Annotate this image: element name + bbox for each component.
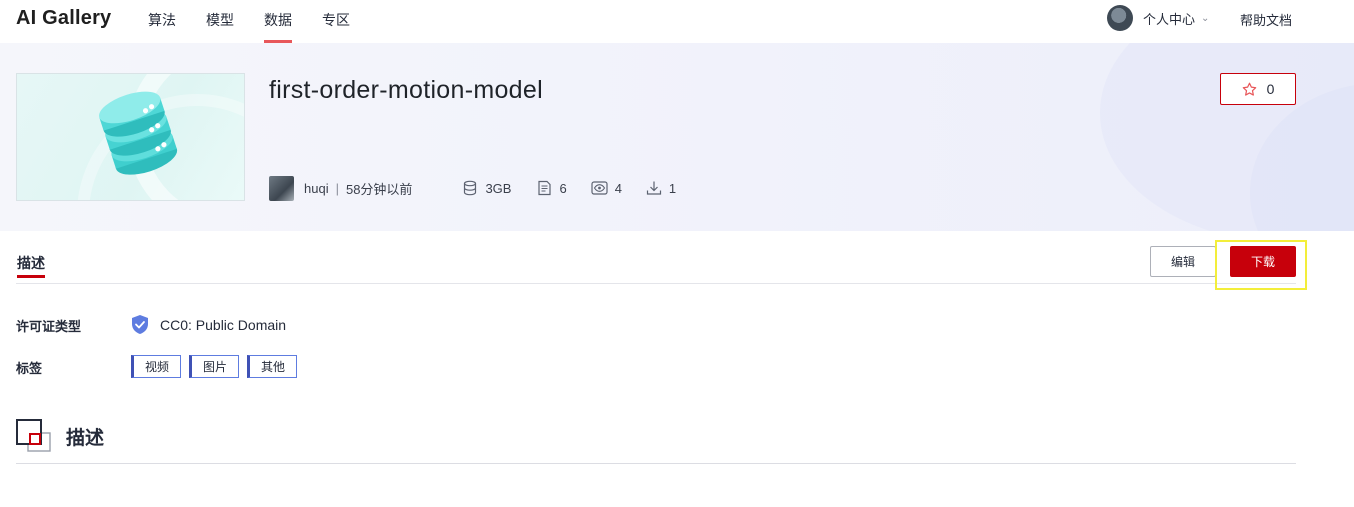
help-docs-link[interactable]: 帮助文档	[1240, 10, 1292, 29]
file-icon	[538, 180, 552, 196]
dataset-meta: huqi | 58分钟以前 3GB 6 4 1	[269, 175, 676, 201]
shield-check-icon	[132, 315, 148, 334]
eye-icon	[591, 181, 608, 195]
database-icon	[99, 91, 178, 175]
nav-item-zone[interactable]: 专区	[322, 10, 350, 30]
nav-item-algorithms[interactable]: 算法	[148, 10, 176, 30]
tag-item[interactable]: 图片	[189, 355, 240, 378]
meta-separator: |	[335, 180, 339, 196]
brand-logo[interactable]: AI Gallery	[16, 7, 111, 30]
nav-item-models[interactable]: 模型	[206, 10, 234, 30]
tab-description[interactable]: 描述	[17, 253, 45, 278]
section-title: 描述	[66, 428, 105, 449]
downloads-count: 1	[668, 180, 677, 196]
chevron-down-icon: ⌄	[1201, 12, 1210, 24]
dataset-thumbnail	[16, 73, 245, 201]
star-icon	[1242, 82, 1256, 96]
tag-item[interactable]: 其他	[247, 355, 298, 378]
views-stat: 4	[591, 180, 622, 196]
tag-list: 视频 图片 其他	[131, 355, 305, 378]
downloads-stat: 1	[646, 180, 676, 196]
tab-divider	[16, 283, 1296, 284]
license-label: 许可证类型	[16, 319, 82, 334]
download-button[interactable]: 下载	[1230, 246, 1296, 277]
nav-item-data[interactable]: 数据	[264, 10, 292, 43]
user-avatar[interactable]	[1107, 5, 1133, 31]
files-stat: 6	[537, 180, 567, 196]
user-menu[interactable]: 个人中心 ⌄	[1107, 5, 1209, 31]
license-text: CC0: Public Domain	[160, 316, 287, 333]
edit-button[interactable]: 编辑	[1150, 246, 1216, 277]
favorite-count: 0	[1266, 81, 1275, 97]
size-stat: 3GB	[462, 180, 511, 196]
dataset-title: first-order-motion-model	[269, 76, 543, 104]
author-avatar[interactable]	[269, 175, 294, 201]
top-navigation-bar: AI Gallery 算法 模型 数据 专区 个人中心 ⌄ 帮助文档	[0, 0, 1354, 43]
size-value: 3GB	[485, 180, 512, 196]
license-value: CC0: Public Domain	[130, 314, 286, 335]
user-menu-label: 个人中心	[1143, 11, 1196, 27]
storage-icon	[464, 180, 477, 196]
author-name[interactable]: huqi	[304, 181, 329, 196]
download-icon	[646, 181, 662, 195]
tags-label: 标签	[16, 361, 43, 376]
tag-item[interactable]: 视频	[131, 355, 182, 378]
dataset-header: first-order-motion-model huqi | 58分钟以前 3…	[0, 43, 1354, 231]
files-count: 6	[559, 180, 567, 196]
views-count: 4	[614, 180, 622, 196]
favorite-button[interactable]: 0	[1220, 73, 1296, 105]
section-icon	[16, 419, 51, 452]
section-divider	[16, 463, 1296, 464]
updated-time: 58分钟以前	[345, 181, 413, 197]
